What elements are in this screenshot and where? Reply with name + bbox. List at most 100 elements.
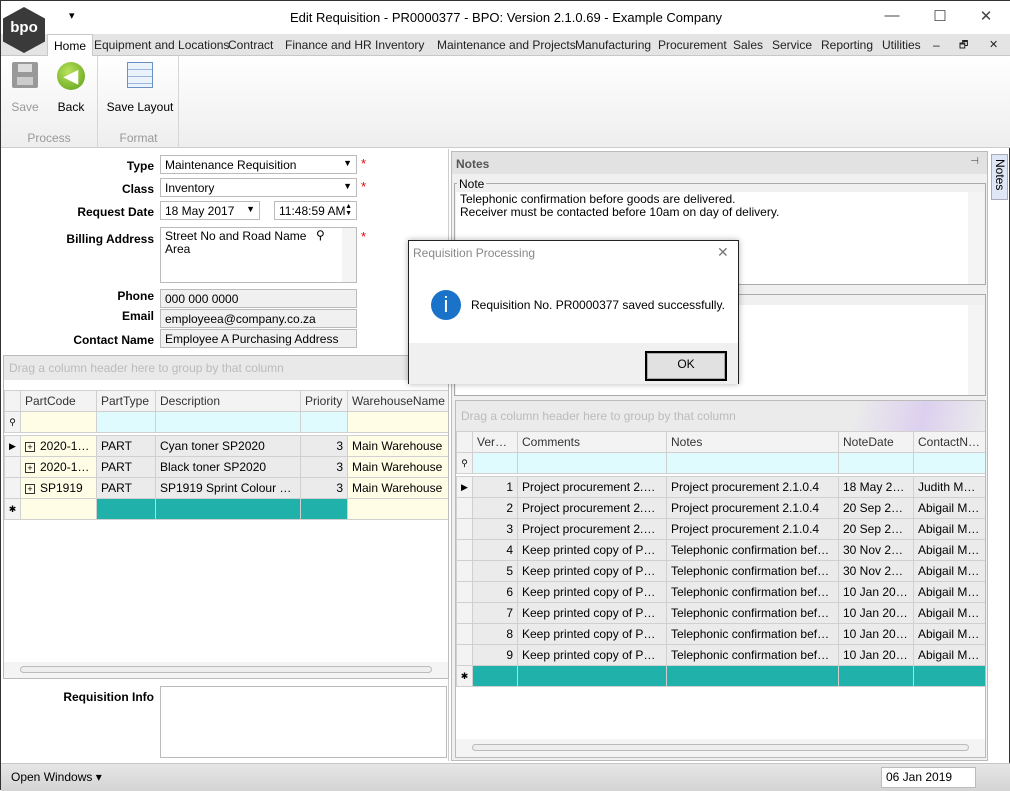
- table-cell[interactable]: Abigail Milne: [913, 602, 985, 624]
- tab-contract[interactable]: Contract: [228, 38, 273, 52]
- vertical-scrollbar[interactable]: [968, 192, 984, 284]
- table-cell[interactable]: [838, 665, 914, 687]
- table-cell[interactable]: + SP1919: [20, 477, 97, 499]
- table-cell[interactable]: 3: [300, 477, 348, 499]
- minimize-button[interactable]: —: [877, 7, 907, 27]
- table-cell[interactable]: Telephonic confirmation before ...: [666, 560, 839, 582]
- table-cell[interactable]: [347, 498, 448, 520]
- tab-reporting[interactable]: Reporting: [821, 38, 873, 52]
- table-cell[interactable]: PART: [96, 435, 156, 457]
- tab-finance-and-hr[interactable]: Finance and HR: [285, 38, 372, 52]
- tab-inventory[interactable]: Inventory: [375, 38, 424, 52]
- tab-procurement[interactable]: Procurement: [658, 38, 727, 52]
- table-row[interactable]: 2 Project procurement 2.1.0.4 Project proc…: [456, 497, 985, 519]
- table-cell[interactable]: Keep printed copy of PR wi...: [517, 581, 667, 603]
- tab-equipment-and-locations[interactable]: Equipment and Locations: [94, 38, 229, 52]
- horizontal-scrollbar[interactable]: [456, 739, 985, 757]
- table-cell[interactable]: Keep printed copy of PR wi...: [517, 623, 667, 645]
- column-header[interactable]: Comments: [517, 431, 667, 453]
- table-row[interactable]: 3 Project procurement 2.1.0.4 Project proc…: [456, 518, 985, 540]
- table-cell[interactable]: Project procurement 2.1.0.4: [666, 518, 839, 540]
- table-cell[interactable]: 5: [472, 560, 518, 582]
- table-cell[interactable]: Main Warehouse: [347, 435, 448, 457]
- table-cell[interactable]: Project procurement 2.1.0.4: [517, 476, 667, 498]
- save-button[interactable]: Save: [7, 60, 43, 114]
- column-header[interactable]: Description: [155, 390, 301, 412]
- table-cell[interactable]: SP1919 Sprint Colour MFC: [155, 477, 301, 499]
- filter-cell[interactable]: [472, 452, 518, 474]
- table-row[interactable]: 6 Keep printed copy of PR wi... Telephonic…: [456, 581, 985, 603]
- tab-utilities[interactable]: Utilities: [882, 38, 921, 52]
- request-time-spinner[interactable]: 11:48:59 AM ▲ ▼: [274, 201, 357, 220]
- table-cell[interactable]: [20, 498, 97, 520]
- table-cell[interactable]: Cyan toner SP2020: [155, 435, 301, 457]
- table-cell[interactable]: 4: [472, 539, 518, 561]
- email-field[interactable]: employeea@company.co.za: [160, 309, 357, 328]
- table-cell[interactable]: 3: [300, 456, 348, 478]
- table-cell[interactable]: Keep printed copy of PR wi...: [517, 539, 667, 561]
- filter-cell[interactable]: [96, 411, 156, 433]
- expand-icon[interactable]: +: [25, 463, 35, 473]
- table-cell[interactable]: [472, 665, 518, 687]
- ok-button[interactable]: OK: [645, 351, 727, 381]
- table-row[interactable]: 4 Keep printed copy of PR wi... Telephonic…: [456, 539, 985, 561]
- table-cell[interactable]: Abigail Milne: [913, 623, 985, 645]
- table-cell[interactable]: 3: [300, 435, 348, 457]
- request-date-picker[interactable]: 18 May 2017 ▼: [160, 201, 260, 220]
- dialog-close-icon[interactable]: ✕: [717, 244, 729, 261]
- table-cell[interactable]: Telephonic confirmation before ...: [666, 623, 839, 645]
- table-cell[interactable]: 10 Jan 2019: [838, 602, 914, 624]
- vertical-scrollbar[interactable]: [968, 305, 984, 395]
- expand-icon[interactable]: +: [25, 442, 35, 452]
- table-cell[interactable]: 20 Sep 2018: [838, 518, 914, 540]
- table-cell[interactable]: Keep printed copy of PR wi...: [517, 644, 667, 666]
- table-cell[interactable]: [155, 498, 301, 520]
- table-cell[interactable]: Abigail Milne: [913, 560, 985, 582]
- table-cell[interactable]: 2: [472, 497, 518, 519]
- table-row[interactable]: 5 Keep printed copy of PR wi... Telephonic…: [456, 560, 985, 582]
- table-cell[interactable]: 10 Jan 2019: [838, 581, 914, 603]
- table-row[interactable]: ▶ +2020-147C PART Cyan toner SP2020 3 Main Wa…: [4, 435, 448, 457]
- table-cell[interactable]: Project procurement 2.1.0.4: [666, 476, 839, 498]
- new-row[interactable]: ✱: [4, 498, 448, 520]
- horizontal-scrollbar[interactable]: [4, 662, 448, 678]
- table-cell[interactable]: Abigail Milne: [913, 539, 985, 561]
- table-cell[interactable]: Abigail Milne: [913, 518, 985, 540]
- table-cell[interactable]: 3: [472, 518, 518, 540]
- table-cell[interactable]: Abigail Milne: [913, 497, 985, 519]
- notes-side-tab[interactable]: Notes: [991, 154, 1008, 200]
- requisition-info-field[interactable]: [160, 686, 447, 758]
- column-header[interactable]: NoteDate: [838, 431, 914, 453]
- table-row[interactable]: 8 Keep printed copy of PR wi... Telephonic…: [456, 623, 985, 645]
- mdi-restore-button[interactable]: 🗗: [959, 38, 968, 55]
- table-cell[interactable]: [517, 665, 667, 687]
- table-cell[interactable]: PART: [96, 456, 156, 478]
- contact-name-field[interactable]: Employee A Purchasing Address: [160, 329, 357, 348]
- mdi-minimize-button[interactable]: –: [933, 38, 940, 52]
- table-cell[interactable]: [666, 665, 839, 687]
- table-cell[interactable]: Abigail Milne: [913, 644, 985, 666]
- tab-sales[interactable]: Sales: [733, 38, 763, 52]
- table-cell[interactable]: 9: [472, 644, 518, 666]
- tab-maintenance-and-projects[interactable]: Maintenance and Projects: [437, 38, 576, 52]
- table-cell[interactable]: Telephonic confirmation before ...: [666, 581, 839, 603]
- tab-service[interactable]: Service: [772, 38, 812, 52]
- table-cell[interactable]: Keep printed copy of PR wi...: [517, 602, 667, 624]
- table-row[interactable]: + SP1919 PART SP1919 Sprint Colour MFC 3 Main…: [4, 477, 448, 499]
- table-cell[interactable]: Project procurement 2.1.0.4: [666, 497, 839, 519]
- new-row[interactable]: ✱: [456, 665, 985, 687]
- status-date-spinner[interactable]: 06 Jan 2019: [881, 767, 976, 788]
- table-cell[interactable]: [300, 498, 348, 520]
- class-dropdown[interactable]: Inventory ▼: [160, 178, 357, 197]
- table-row[interactable]: +2020-147K PART Black toner SP2020 3 Main Wa…: [4, 456, 448, 478]
- table-cell[interactable]: Judith Mud...: [913, 476, 985, 498]
- table-cell[interactable]: Telephonic confirmation before ...: [666, 644, 839, 666]
- column-header[interactable]: PartType: [96, 390, 156, 412]
- table-cell[interactable]: Main Warehouse: [347, 456, 448, 478]
- table-cell[interactable]: Project procurement 2.1.0.4: [517, 497, 667, 519]
- table-row[interactable]: 7 Keep printed copy of PR wi... Telephonic…: [456, 602, 985, 624]
- table-cell[interactable]: 30 Nov 2018: [838, 560, 914, 582]
- maximize-button[interactable]: ☐: [925, 7, 955, 27]
- table-row[interactable]: 9 Keep printed copy of PR wi... Telephonic…: [456, 644, 985, 666]
- table-cell[interactable]: Abigail Milne: [913, 581, 985, 603]
